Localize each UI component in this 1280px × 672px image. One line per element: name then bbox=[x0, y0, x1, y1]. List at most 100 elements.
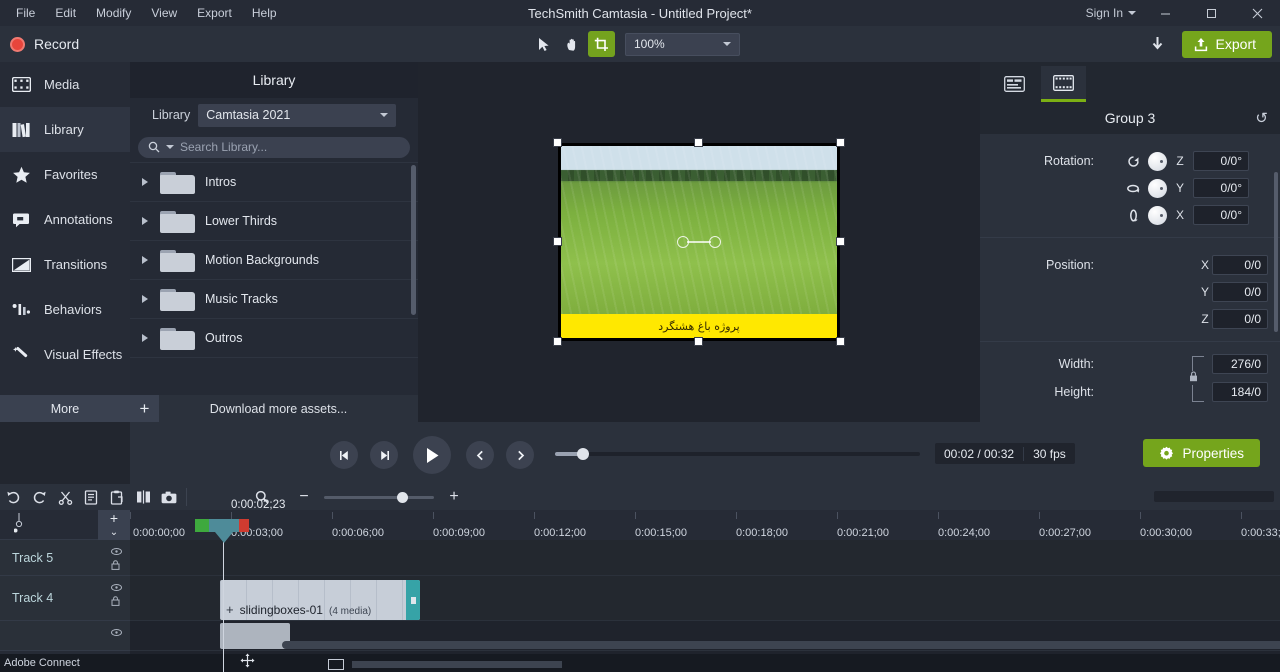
timeline-zoom-knob[interactable] bbox=[397, 491, 408, 503]
taskbar-window-icon[interactable] bbox=[328, 659, 344, 670]
undo-button[interactable] bbox=[0, 485, 26, 509]
timeline-zoom-slider[interactable] bbox=[324, 491, 434, 503]
menu-file[interactable]: File bbox=[6, 2, 45, 24]
step-forward-button[interactable] bbox=[370, 441, 398, 469]
properties-button[interactable]: Properties bbox=[1143, 439, 1260, 467]
play-button[interactable] bbox=[413, 436, 451, 474]
resize-handle-middle-left[interactable] bbox=[553, 237, 562, 246]
position-y-input[interactable]: 0/0 bbox=[1212, 282, 1268, 302]
sidebar-more-button[interactable]: More bbox=[0, 395, 130, 422]
sidebar-item-media[interactable]: Media bbox=[0, 62, 130, 107]
tab-captions[interactable] bbox=[992, 66, 1037, 102]
library-collection-dropdown[interactable]: Camtasia 2021 bbox=[198, 103, 396, 127]
track-toggles[interactable] bbox=[111, 584, 122, 606]
zoom-in-button[interactable]: + bbox=[441, 485, 467, 509]
chevron-right-icon[interactable] bbox=[142, 295, 148, 303]
zoom-level-dropdown[interactable]: 100% bbox=[625, 32, 740, 56]
playhead[interactable]: 0:00:02;23 bbox=[195, 499, 285, 672]
library-folder-music-tracks[interactable]: Music Tracks bbox=[130, 280, 418, 319]
sidebar-item-behaviors[interactable]: Behaviors bbox=[0, 287, 130, 332]
timeline-clip-slidingboxes[interactable]: + slidingboxes-01 (4 media) bbox=[220, 580, 420, 620]
rotate-x-icon[interactable] bbox=[1124, 206, 1142, 224]
next-button[interactable] bbox=[506, 441, 534, 469]
timeline-ruler[interactable]: 0:00:00;00 0:00:03;00 0:00:06;00 0:00:09… bbox=[130, 510, 1280, 540]
library-scrollbar[interactable] bbox=[411, 165, 416, 315]
copy-button[interactable] bbox=[78, 485, 104, 509]
scrubber-knob[interactable] bbox=[577, 448, 589, 460]
properties-scrollbar[interactable] bbox=[1274, 172, 1278, 332]
position-x-input[interactable]: 0/0 bbox=[1212, 255, 1268, 275]
chevron-right-icon[interactable] bbox=[142, 256, 148, 264]
menu-edit[interactable]: Edit bbox=[45, 2, 86, 24]
crop-tool-button[interactable] bbox=[588, 31, 615, 57]
resize-handle-middle-right[interactable] bbox=[836, 237, 845, 246]
rotation-y-input[interactable]: 0/0° bbox=[1193, 178, 1249, 198]
rotation-z-knob[interactable] bbox=[1148, 151, 1167, 171]
resize-handle-top-right[interactable] bbox=[836, 138, 845, 147]
resize-handle-top-center[interactable] bbox=[694, 138, 703, 147]
sidebar-item-library[interactable]: Library bbox=[0, 107, 130, 152]
sign-in-button[interactable]: Sign In bbox=[1080, 6, 1142, 20]
playhead-selection[interactable] bbox=[209, 519, 239, 532]
previous-button[interactable] bbox=[466, 441, 494, 469]
chevron-right-icon[interactable] bbox=[142, 334, 148, 342]
download-assets-link[interactable]: Download more assets... bbox=[159, 402, 418, 416]
playhead-handle[interactable]: 0:00:02;23 bbox=[195, 499, 285, 543]
minimize-button[interactable] bbox=[1142, 0, 1188, 26]
rotation-x-knob[interactable] bbox=[1148, 205, 1167, 225]
close-button[interactable] bbox=[1234, 0, 1280, 26]
height-input[interactable]: 184/0 bbox=[1212, 382, 1268, 402]
chevron-right-icon[interactable] bbox=[142, 178, 148, 186]
width-input[interactable]: 276/0 bbox=[1212, 354, 1268, 374]
library-folder-outros[interactable]: Outros bbox=[130, 319, 418, 358]
library-search-input[interactable]: Search Library... bbox=[138, 136, 410, 158]
sidebar-item-visual-effects[interactable]: Visual Effects bbox=[0, 332, 130, 377]
cut-button[interactable] bbox=[52, 485, 78, 509]
menu-view[interactable]: View bbox=[141, 2, 187, 24]
timeline-clip-partial[interactable] bbox=[220, 623, 290, 649]
position-z-input[interactable]: 0/0 bbox=[1212, 309, 1268, 329]
track-header-track-5[interactable]: Track 5 bbox=[0, 540, 130, 576]
playhead-in-marker[interactable] bbox=[195, 519, 209, 532]
timeline-horizontal-scrollbar[interactable] bbox=[282, 641, 1280, 649]
playback-scrubber[interactable] bbox=[555, 448, 920, 460]
timeline-tracks[interactable]: + slidingboxes-01 (4 media) 0:00:02;23 bbox=[130, 499, 1280, 672]
paste-button[interactable] bbox=[104, 485, 130, 509]
track-lane-4[interactable]: + slidingboxes-01 (4 media) bbox=[130, 576, 1280, 621]
maximize-button[interactable] bbox=[1188, 0, 1234, 26]
step-back-button[interactable] bbox=[330, 441, 358, 469]
rotate-y-icon[interactable] bbox=[1124, 179, 1142, 197]
lock-icon[interactable] bbox=[1187, 371, 1199, 385]
snapshot-button[interactable] bbox=[156, 485, 182, 509]
yellow-caption-banner[interactable]: پروژه باغ هشتگرد bbox=[561, 314, 837, 338]
rotate-z-icon[interactable] bbox=[1124, 152, 1142, 170]
track-header-track-3[interactable] bbox=[0, 621, 130, 651]
zoom-out-button[interactable]: − bbox=[291, 485, 317, 509]
track-lane-5[interactable] bbox=[130, 540, 1280, 576]
sidebar-item-annotations[interactable]: Annotations bbox=[0, 197, 130, 242]
aspect-ratio-lock[interactable] bbox=[1187, 356, 1206, 402]
rotation-x-input[interactable]: 0/0° bbox=[1193, 205, 1249, 225]
track-toggles[interactable] bbox=[111, 629, 122, 636]
center-drag-handle[interactable] bbox=[677, 236, 721, 248]
track-header-track-4[interactable]: Track 4 bbox=[0, 576, 130, 621]
library-folder-intros[interactable]: Intros bbox=[130, 163, 418, 202]
redo-button[interactable] bbox=[26, 485, 52, 509]
library-folder-motion-backgrounds[interactable]: Motion Backgrounds bbox=[130, 241, 418, 280]
sidebar-item-favorites[interactable]: Favorites bbox=[0, 152, 130, 197]
resize-handle-top-left[interactable] bbox=[553, 138, 562, 147]
chevron-right-icon[interactable] bbox=[142, 217, 148, 225]
library-folder-lower-thirds[interactable]: Lower Thirds bbox=[130, 202, 418, 241]
tab-media-properties[interactable] bbox=[1041, 66, 1086, 102]
resize-handle-bottom-right[interactable] bbox=[836, 337, 845, 346]
add-track-button[interactable]: + bbox=[98, 510, 130, 526]
split-button[interactable] bbox=[130, 485, 156, 509]
library-add-button[interactable]: + bbox=[130, 395, 159, 422]
menu-export[interactable]: Export bbox=[187, 2, 242, 24]
clip-transition-end[interactable] bbox=[406, 580, 420, 620]
record-button[interactable]: Record bbox=[0, 36, 130, 52]
select-tool-button[interactable] bbox=[530, 31, 557, 57]
rotation-y-knob[interactable] bbox=[1148, 178, 1167, 198]
resize-handle-bottom-center[interactable] bbox=[694, 337, 703, 346]
hand-tool-button[interactable] bbox=[559, 31, 586, 57]
